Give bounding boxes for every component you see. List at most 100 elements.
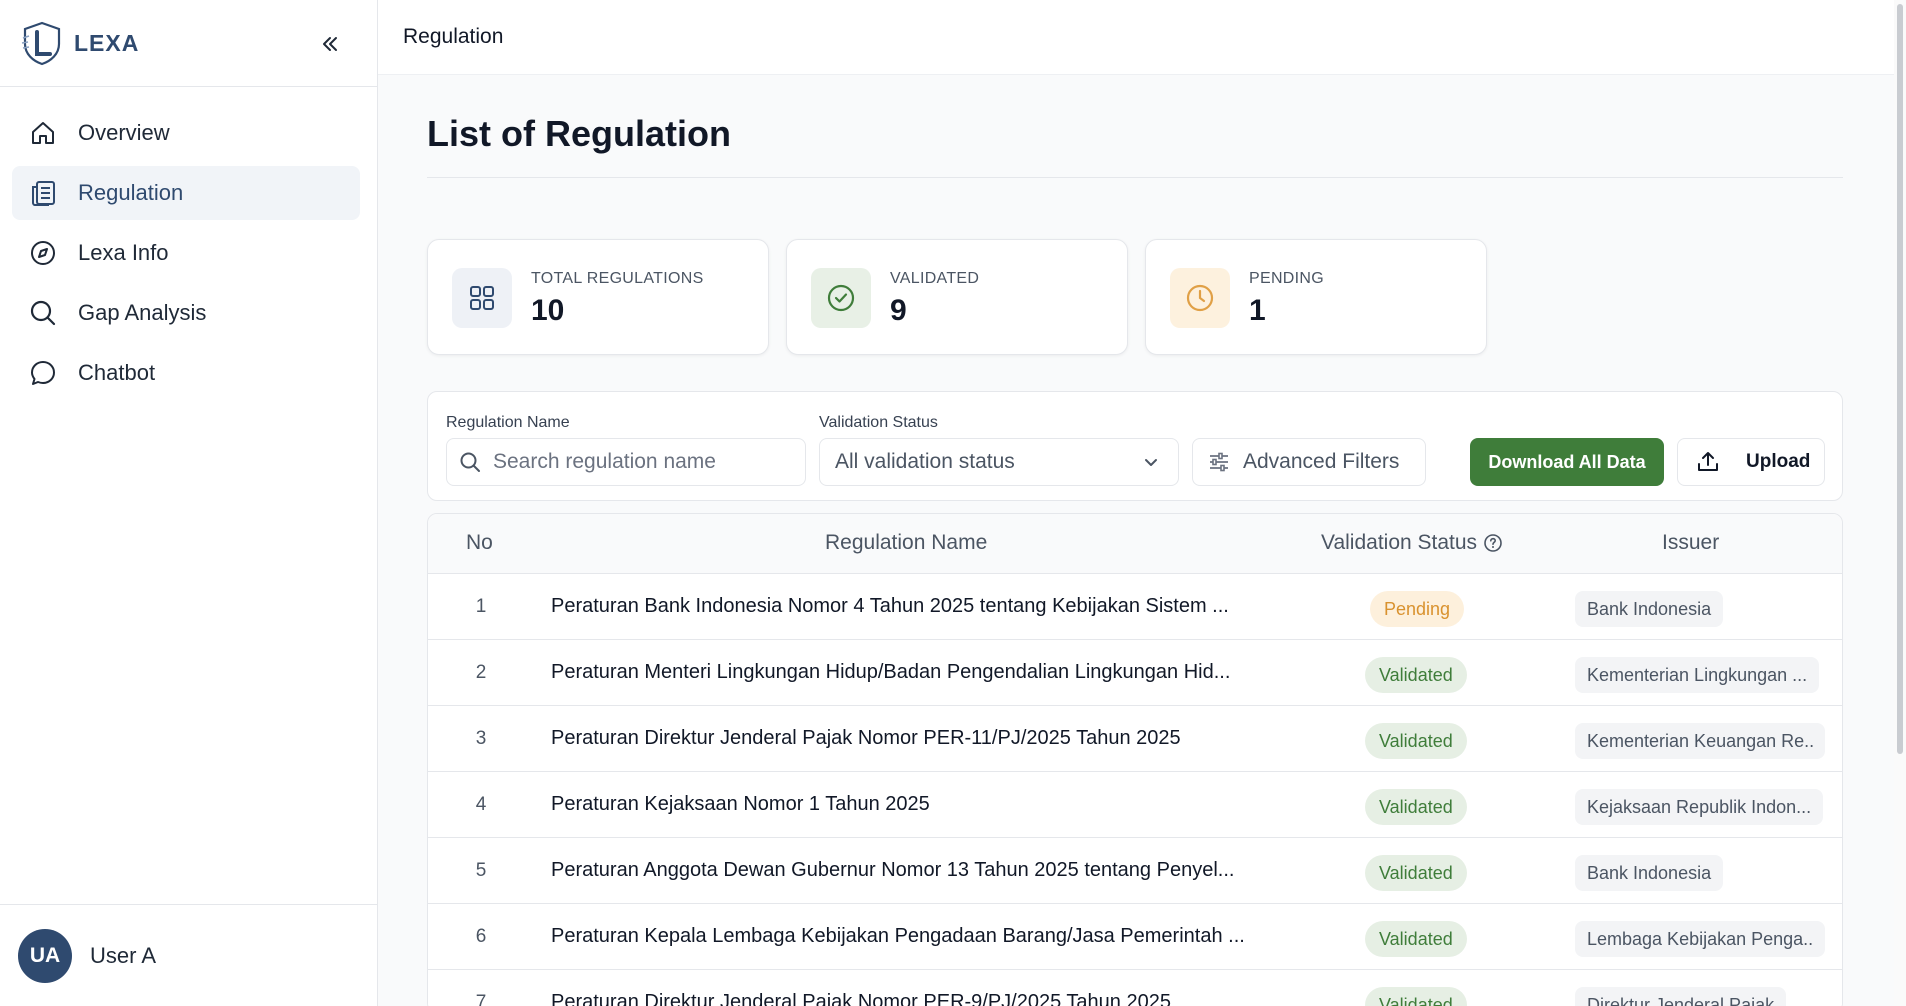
regulation-name[interactable]: Peraturan Anggota Dewan Gubernur Nomor 1… bbox=[551, 859, 1234, 882]
check-circle-icon bbox=[811, 268, 871, 328]
user-profile[interactable]: UA User A bbox=[0, 904, 378, 1006]
search-icon bbox=[460, 452, 480, 472]
status-badge: Validated bbox=[1365, 855, 1467, 891]
stat-card-total: TOTAL REGULATIONS 10 bbox=[427, 239, 769, 355]
stat-card-validated: VALIDATED 9 bbox=[786, 239, 1128, 355]
breadcrumb: Regulation bbox=[403, 25, 504, 48]
status-badge: Validated bbox=[1365, 789, 1467, 825]
lexa-logo-icon bbox=[21, 21, 61, 66]
table-row[interactable]: 6 Peraturan Kepala Lembaga Kebijakan Pen… bbox=[428, 904, 1842, 970]
row-number: 4 bbox=[475, 794, 487, 815]
stat-value: 1 bbox=[1249, 294, 1266, 327]
selected-status: All validation status bbox=[835, 450, 1015, 473]
page-scrollbar[interactable] bbox=[1894, 0, 1906, 1006]
sidebar-item-label: Gap Analysis bbox=[78, 300, 207, 325]
regulation-name-label: Regulation Name bbox=[446, 414, 570, 431]
table-row[interactable]: 2 Peraturan Menteri Lingkungan Hidup/Bad… bbox=[428, 640, 1842, 706]
column-header-no: No bbox=[466, 531, 493, 554]
topbar: Regulation bbox=[378, 0, 1894, 75]
main-content: List of Regulation TOTAL REGULATIONS 10 … bbox=[378, 75, 1894, 1006]
regulation-table: No Regulation Name Validation Status Iss… bbox=[427, 513, 1843, 1006]
sliders-icon bbox=[1210, 452, 1228, 472]
search-icon bbox=[28, 298, 58, 328]
document-list-icon bbox=[28, 178, 58, 208]
stat-label: PENDING bbox=[1249, 270, 1324, 287]
search-input[interactable] bbox=[493, 450, 793, 474]
validation-status-label: Validation Status bbox=[819, 414, 938, 431]
double-chevron-left-icon bbox=[323, 37, 337, 51]
sidebar-item-regulation[interactable]: Regulation bbox=[12, 166, 360, 220]
table-row[interactable]: 1 Peraturan Bank Indonesia Nomor 4 Tahun… bbox=[428, 574, 1842, 640]
row-number: 3 bbox=[475, 728, 487, 749]
row-number: 1 bbox=[475, 596, 487, 617]
issuer-tag: Kementerian Keuangan Re.. bbox=[1575, 723, 1825, 759]
issuer-tag: Kejaksaan Republik Indon... bbox=[1575, 789, 1824, 825]
column-header-status: Validation Status bbox=[1321, 531, 1503, 555]
upload-button[interactable]: Upload bbox=[1677, 438, 1825, 486]
sidebar-item-label: Overview bbox=[78, 120, 170, 145]
issuer-tag: Direktur Jenderal Pajak bbox=[1575, 987, 1787, 1006]
regulation-name[interactable]: Peraturan Bank Indonesia Nomor 4 Tahun 2… bbox=[551, 595, 1229, 618]
sidebar-item-label: Chatbot bbox=[78, 360, 156, 385]
download-all-data-button[interactable]: Download All Data bbox=[1470, 438, 1664, 486]
status-badge: Pending bbox=[1370, 591, 1465, 627]
sidebar-item-gap-analysis[interactable]: Gap Analysis bbox=[12, 286, 360, 340]
compass-icon bbox=[28, 238, 58, 268]
row-number: 7 bbox=[475, 992, 487, 1006]
grid-icon bbox=[452, 268, 512, 328]
search-field[interactable] bbox=[446, 438, 806, 486]
table-row[interactable]: 7 Peraturan Direktur Jenderal Pajak Nomo… bbox=[428, 970, 1842, 1006]
status-badge: Validated bbox=[1365, 657, 1467, 693]
column-header-status-label: Validation Status bbox=[1321, 531, 1478, 554]
clock-icon bbox=[1170, 268, 1230, 328]
row-number: 6 bbox=[475, 926, 487, 947]
help-circle-icon[interactable] bbox=[1483, 533, 1503, 553]
issuer-tag: Kementerian Lingkungan ... bbox=[1575, 657, 1820, 693]
stat-label: TOTAL REGULATIONS bbox=[531, 270, 704, 287]
validation-status-select[interactable]: All validation status bbox=[819, 438, 1179, 486]
issuer-tag: Lembaga Kebijakan Penga.. bbox=[1575, 921, 1825, 957]
issuer-tag: Bank Indonesia bbox=[1575, 591, 1724, 627]
table-row[interactable]: 4 Peraturan Kejaksaan Nomor 1 Tahun 2025… bbox=[428, 772, 1842, 838]
column-header-issuer: Issuer bbox=[1662, 531, 1720, 554]
row-number: 2 bbox=[475, 662, 487, 683]
user-name: User A bbox=[90, 942, 157, 968]
status-badge: Validated bbox=[1365, 921, 1467, 957]
brand-header: LEXA bbox=[0, 0, 377, 87]
advanced-filters-label: Advanced Filters bbox=[1243, 450, 1400, 473]
collapse-sidebar-button[interactable] bbox=[314, 28, 346, 60]
table-row[interactable]: 3 Peraturan Direktur Jenderal Pajak Nomo… bbox=[428, 706, 1842, 772]
page-title: List of Regulation bbox=[427, 113, 731, 154]
status-badge: Validated bbox=[1365, 723, 1467, 759]
sidebar-nav: Overview Regulation Lexa Info Gap Analys… bbox=[12, 106, 360, 406]
chevron-down-icon bbox=[1145, 459, 1157, 466]
advanced-filters-button[interactable]: Advanced Filters bbox=[1192, 438, 1426, 486]
avatar: UA bbox=[18, 928, 72, 983]
stat-value: 10 bbox=[531, 294, 565, 327]
upload-label: Upload bbox=[1746, 451, 1811, 472]
sidebar-item-label: Lexa Info bbox=[78, 240, 169, 265]
sidebar-item-overview[interactable]: Overview bbox=[12, 106, 360, 160]
regulation-name[interactable]: Peraturan Kejaksaan Nomor 1 Tahun 2025 bbox=[551, 793, 930, 816]
brand-name: LEXA bbox=[74, 29, 140, 56]
sidebar-item-label: Regulation bbox=[78, 180, 184, 205]
filter-panel: Regulation Name Validation Status All va… bbox=[427, 391, 1843, 501]
issuer-tag: Bank Indonesia bbox=[1575, 855, 1724, 891]
chat-bubble-icon bbox=[28, 358, 58, 388]
stat-value: 9 bbox=[890, 294, 907, 327]
home-icon bbox=[28, 118, 58, 148]
regulation-name[interactable]: Peraturan Direktur Jenderal Pajak Nomor … bbox=[551, 727, 1181, 750]
regulation-name[interactable]: Peraturan Kepala Lembaga Kebijakan Penga… bbox=[551, 925, 1245, 948]
scrollbar-thumb[interactable] bbox=[1897, 4, 1903, 754]
sidebar-item-chatbot[interactable]: Chatbot bbox=[12, 346, 360, 400]
regulation-name[interactable]: Peraturan Menteri Lingkungan Hidup/Badan… bbox=[551, 661, 1230, 684]
upload-icon bbox=[1698, 452, 1718, 471]
table-header: No Regulation Name Validation Status Iss… bbox=[428, 514, 1842, 574]
table-row[interactable]: 5 Peraturan Anggota Dewan Gubernur Nomor… bbox=[428, 838, 1842, 904]
sidebar-item-lexa-info[interactable]: Lexa Info bbox=[12, 226, 360, 280]
sidebar: LEXA Overview Regulation Lexa Info Gap A… bbox=[0, 0, 378, 1006]
row-number: 5 bbox=[475, 860, 487, 881]
regulation-name[interactable]: Peraturan Direktur Jenderal Pajak Nomor … bbox=[551, 991, 1171, 1006]
stat-card-pending: PENDING 1 bbox=[1145, 239, 1487, 355]
status-badge: Validated bbox=[1365, 987, 1467, 1006]
